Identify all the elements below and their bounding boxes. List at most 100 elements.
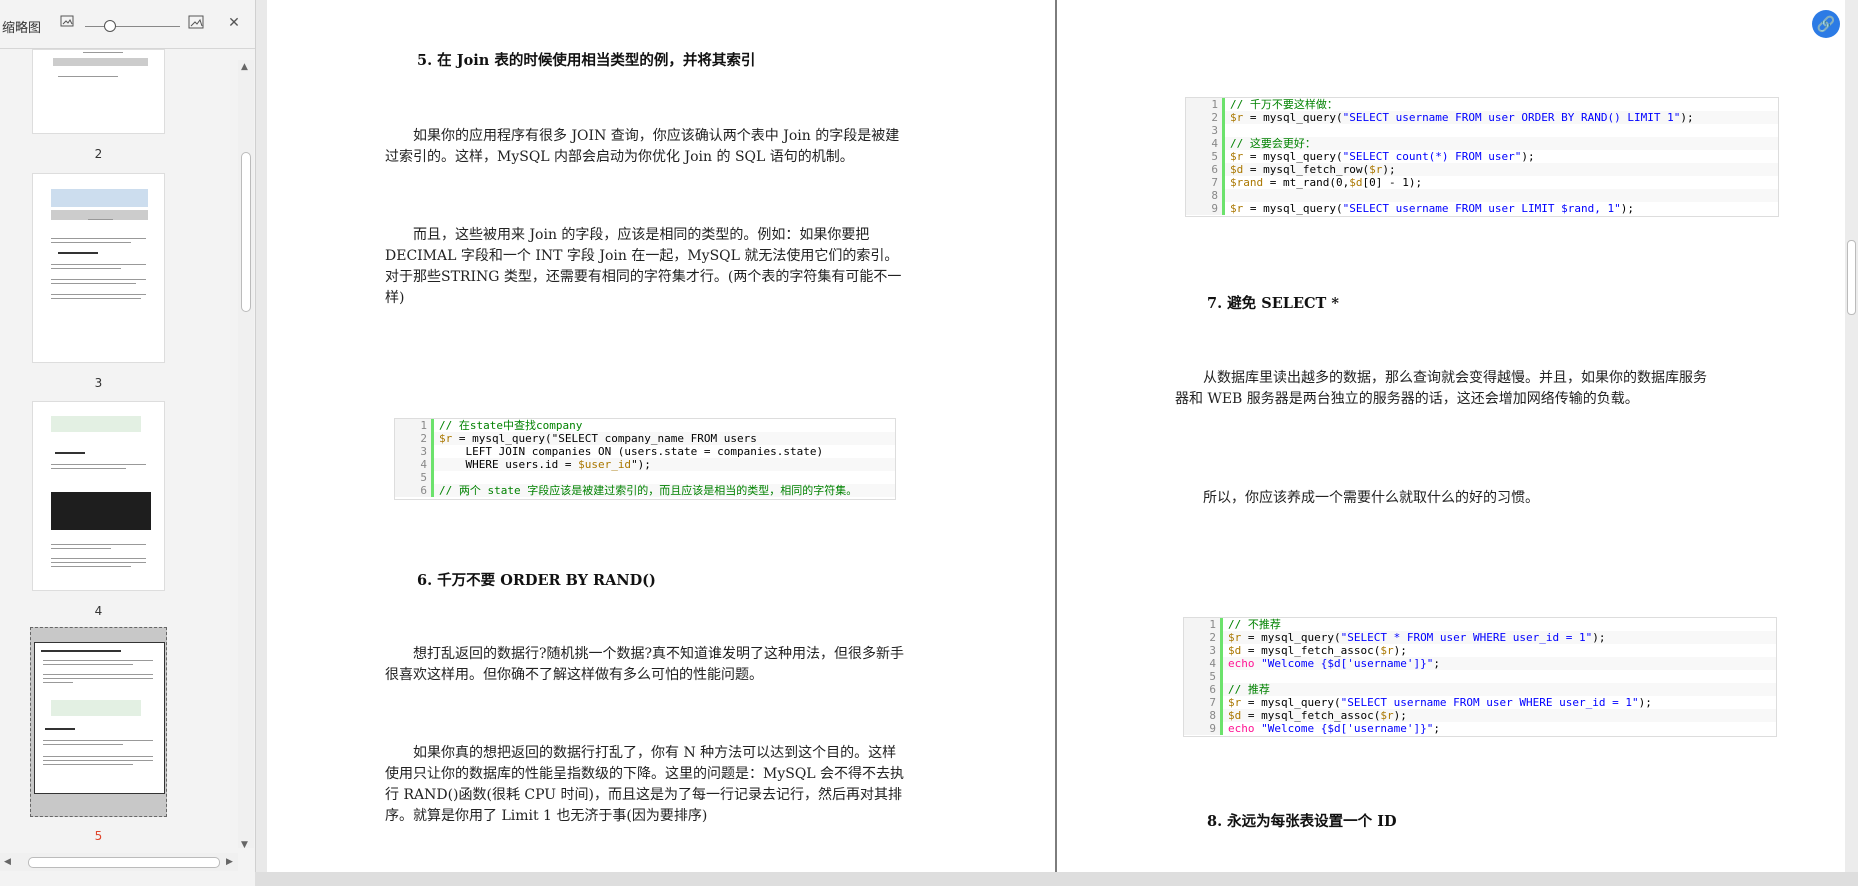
paragraph: 而且，这些被用来 Join 的字段，应该是相同的类型的。例如：如果你要把 DEC…	[385, 227, 902, 306]
code-text: echo "Welcome {$d['username']}";	[1228, 657, 1440, 670]
line-number: 6	[1186, 163, 1222, 176]
link-action-icon[interactable]: 🔗	[1812, 10, 1840, 38]
code-line: 3 LEFT JOIN companies ON (users.state = …	[395, 445, 895, 458]
code-line: 7 $rand = mt_rand(0,$d[0] - 1);	[1186, 176, 1778, 189]
paragraph: 想打乱返回的数据行?随机挑一个数据?真不知道谁发明了这种用法，但很多新手很喜欢这…	[385, 646, 905, 683]
line-number: 8	[1184, 709, 1220, 722]
code-block-join: 1 // 在state中查找company 2 $r = mysql_query("S…	[394, 418, 896, 500]
code-line: 1 // 在state中查找company	[395, 419, 895, 432]
line-number: 2	[395, 432, 431, 445]
thumbnail-label: 2	[94, 147, 103, 161]
code-line: 5	[395, 471, 895, 484]
code-text: $d = mysql_fetch_assoc($r);	[1228, 644, 1407, 657]
close-icon[interactable]: ✕	[225, 14, 243, 32]
line-number: 6	[395, 484, 431, 497]
sidebar-vertical-scroll-thumb[interactable]	[241, 152, 251, 312]
code-text: $d = mysql_fetch_row($r);	[1230, 163, 1396, 176]
bottom-status-strip	[255, 872, 1858, 886]
thumbnail-label-active: 5	[94, 829, 103, 843]
code-line: 5 $r = mysql_query("SELECT count(*) FROM …	[1186, 150, 1778, 163]
paragraph: 如果你的应用程序有很多 JOIN 查询，你应该确认两个表中 Join 的字段是被…	[385, 128, 900, 165]
code-line: 1 // 不推荐	[1184, 618, 1776, 631]
code-line: 2 $r = mysql_query("SELECT username FROM …	[1186, 111, 1778, 124]
paragraph: 从数据库里读出越多的数据，那么查询就会变得越慢。并且，如果你的数据库服务器和 W…	[1175, 370, 1707, 407]
thumbnail-label: 3	[94, 376, 103, 390]
section-heading-8: 8. 永远为每张表设置一个 ID	[1207, 813, 1397, 830]
image-large-icon[interactable]	[187, 14, 205, 32]
code-text: // 推荐	[1228, 683, 1270, 696]
zoom-slider-handle[interactable]	[104, 20, 116, 32]
line-number: 3	[1186, 124, 1222, 137]
zoom-slider-track[interactable]	[85, 26, 180, 27]
thumbnail-page-2[interactable]	[32, 49, 165, 134]
thumbnail-page-5-selected[interactable]	[30, 627, 167, 817]
line-number: 2	[1186, 111, 1222, 124]
sidebar-header: 缩略图 ✕	[0, 0, 255, 49]
code-line: 6 // 推荐	[1184, 683, 1776, 696]
line-number: 3	[1184, 644, 1220, 657]
paragraph: 如果你真的想把返回的数据行打乱了，你有 N 种方法可以达到这个目的。这样使用只让…	[385, 745, 905, 824]
code-line: 6 // 两个 state 字段应该是被建过索引的，而且应该是相当的类型，相同的字…	[395, 484, 895, 497]
document-vertical-scroll-thumb[interactable]	[1847, 240, 1856, 315]
code-line: 9 $r = mysql_query("SELECT username FROM …	[1186, 202, 1778, 215]
code-line: 8	[1186, 189, 1778, 202]
thumbnail-sidebar: 缩略图 ✕ 2 3 4 5 ▲ ▼ ◀ ▶	[0, 0, 256, 886]
section-heading-6: 6. 千万不要 ORDER BY RAND()	[417, 572, 656, 589]
line-number: 1	[1186, 98, 1222, 111]
scroll-up-arrow-icon[interactable]: ▲	[241, 62, 248, 72]
scroll-left-arrow-icon[interactable]: ◀	[4, 857, 11, 867]
line-number: 7	[1184, 696, 1220, 709]
section-heading-7: 7. 避免 SELECT *	[1207, 295, 1339, 312]
code-text: $r = mysql_query("SELECT count(*) FROM u…	[1230, 150, 1535, 163]
thumbnail-list: 2 3 4 5	[0, 49, 238, 861]
thumbnail-label: 4	[94, 604, 103, 618]
code-line: 2 $r = mysql_query("SELECT company_name F…	[395, 432, 895, 445]
section-heading-5: 5. 在 Join 表的时候使用相当类型的例，并将其索引	[417, 52, 756, 69]
sidebar-horizontal-scroll-thumb[interactable]	[28, 857, 220, 868]
line-number: 4	[1186, 137, 1222, 150]
line-number: 4	[1184, 657, 1220, 670]
scroll-down-arrow-icon[interactable]: ▼	[241, 840, 248, 850]
line-number: 6	[1184, 683, 1220, 696]
code-text: $d = mysql_fetch_assoc($r);	[1228, 709, 1407, 722]
code-line: 5	[1184, 670, 1776, 683]
code-text: $r = mysql_query("SELECT username FROM u…	[1228, 696, 1652, 709]
code-text: WHERE users.id = $user_id");	[439, 458, 651, 471]
code-text: // 不推荐	[1228, 618, 1281, 631]
document-vertical-scrollbar[interactable]	[1845, 0, 1858, 872]
line-number: 9	[1186, 202, 1222, 215]
code-text: // 两个 state 字段应该是被建过索引的，而且应该是相当的类型，相同的字符…	[439, 484, 858, 497]
scroll-right-arrow-icon[interactable]: ▶	[226, 857, 233, 867]
code-text: $r = mysql_query("SELECT username FROM u…	[1230, 111, 1694, 124]
code-line: 3	[1186, 124, 1778, 137]
code-line: 4 echo "Welcome {$d['username']}";	[1184, 657, 1776, 670]
thumbnail-page-4[interactable]	[32, 401, 165, 591]
sidebar-title: 缩略图	[2, 21, 42, 36]
image-small-icon[interactable]	[58, 14, 76, 32]
code-text: // 千万不要这样做：	[1230, 98, 1338, 111]
code-text: // 这要会更好：	[1230, 137, 1316, 150]
line-number: 1	[395, 419, 431, 432]
code-line: 1 // 千万不要这样做：	[1186, 98, 1778, 111]
document-page-left: 5. 在 Join 表的时候使用相当类型的例，并将其索引 如果你的应用程序有很多…	[267, 0, 1055, 886]
code-line: 2 $r = mysql_query("SELECT * FROM user WH…	[1184, 631, 1776, 644]
code-line: 4 WHERE users.id = $user_id");	[395, 458, 895, 471]
line-number: 5	[395, 471, 431, 484]
code-line: 4 // 这要会更好：	[1186, 137, 1778, 150]
code-line: 6 $d = mysql_fetch_row($r);	[1186, 163, 1778, 176]
code-line: 3 $d = mysql_fetch_assoc($r);	[1184, 644, 1776, 657]
thumbnail-page-3[interactable]	[32, 173, 165, 363]
line-number: 7	[1186, 176, 1222, 189]
code-text: $r = mysql_query("SELECT username FROM u…	[1230, 202, 1634, 215]
code-text: $r = mysql_query("SELECT company_name FR…	[439, 432, 757, 445]
code-text: echo "Welcome {$d['username']}";	[1228, 722, 1440, 735]
code-text: LEFT JOIN companies ON (users.state = co…	[439, 445, 824, 458]
line-number: 8	[1186, 189, 1222, 202]
line-number: 5	[1186, 150, 1222, 163]
line-number: 1	[1184, 618, 1220, 631]
paragraph: 所以，你应该养成一个需要什么就取什么的好的习惯。	[1203, 490, 1539, 506]
line-number: 9	[1184, 722, 1220, 735]
line-number: 2	[1184, 631, 1220, 644]
code-block-order-by-rand: 1 // 千万不要这样做： 2 $r = mysql_query("SELECT us…	[1185, 97, 1779, 217]
line-number: 3	[395, 445, 431, 458]
